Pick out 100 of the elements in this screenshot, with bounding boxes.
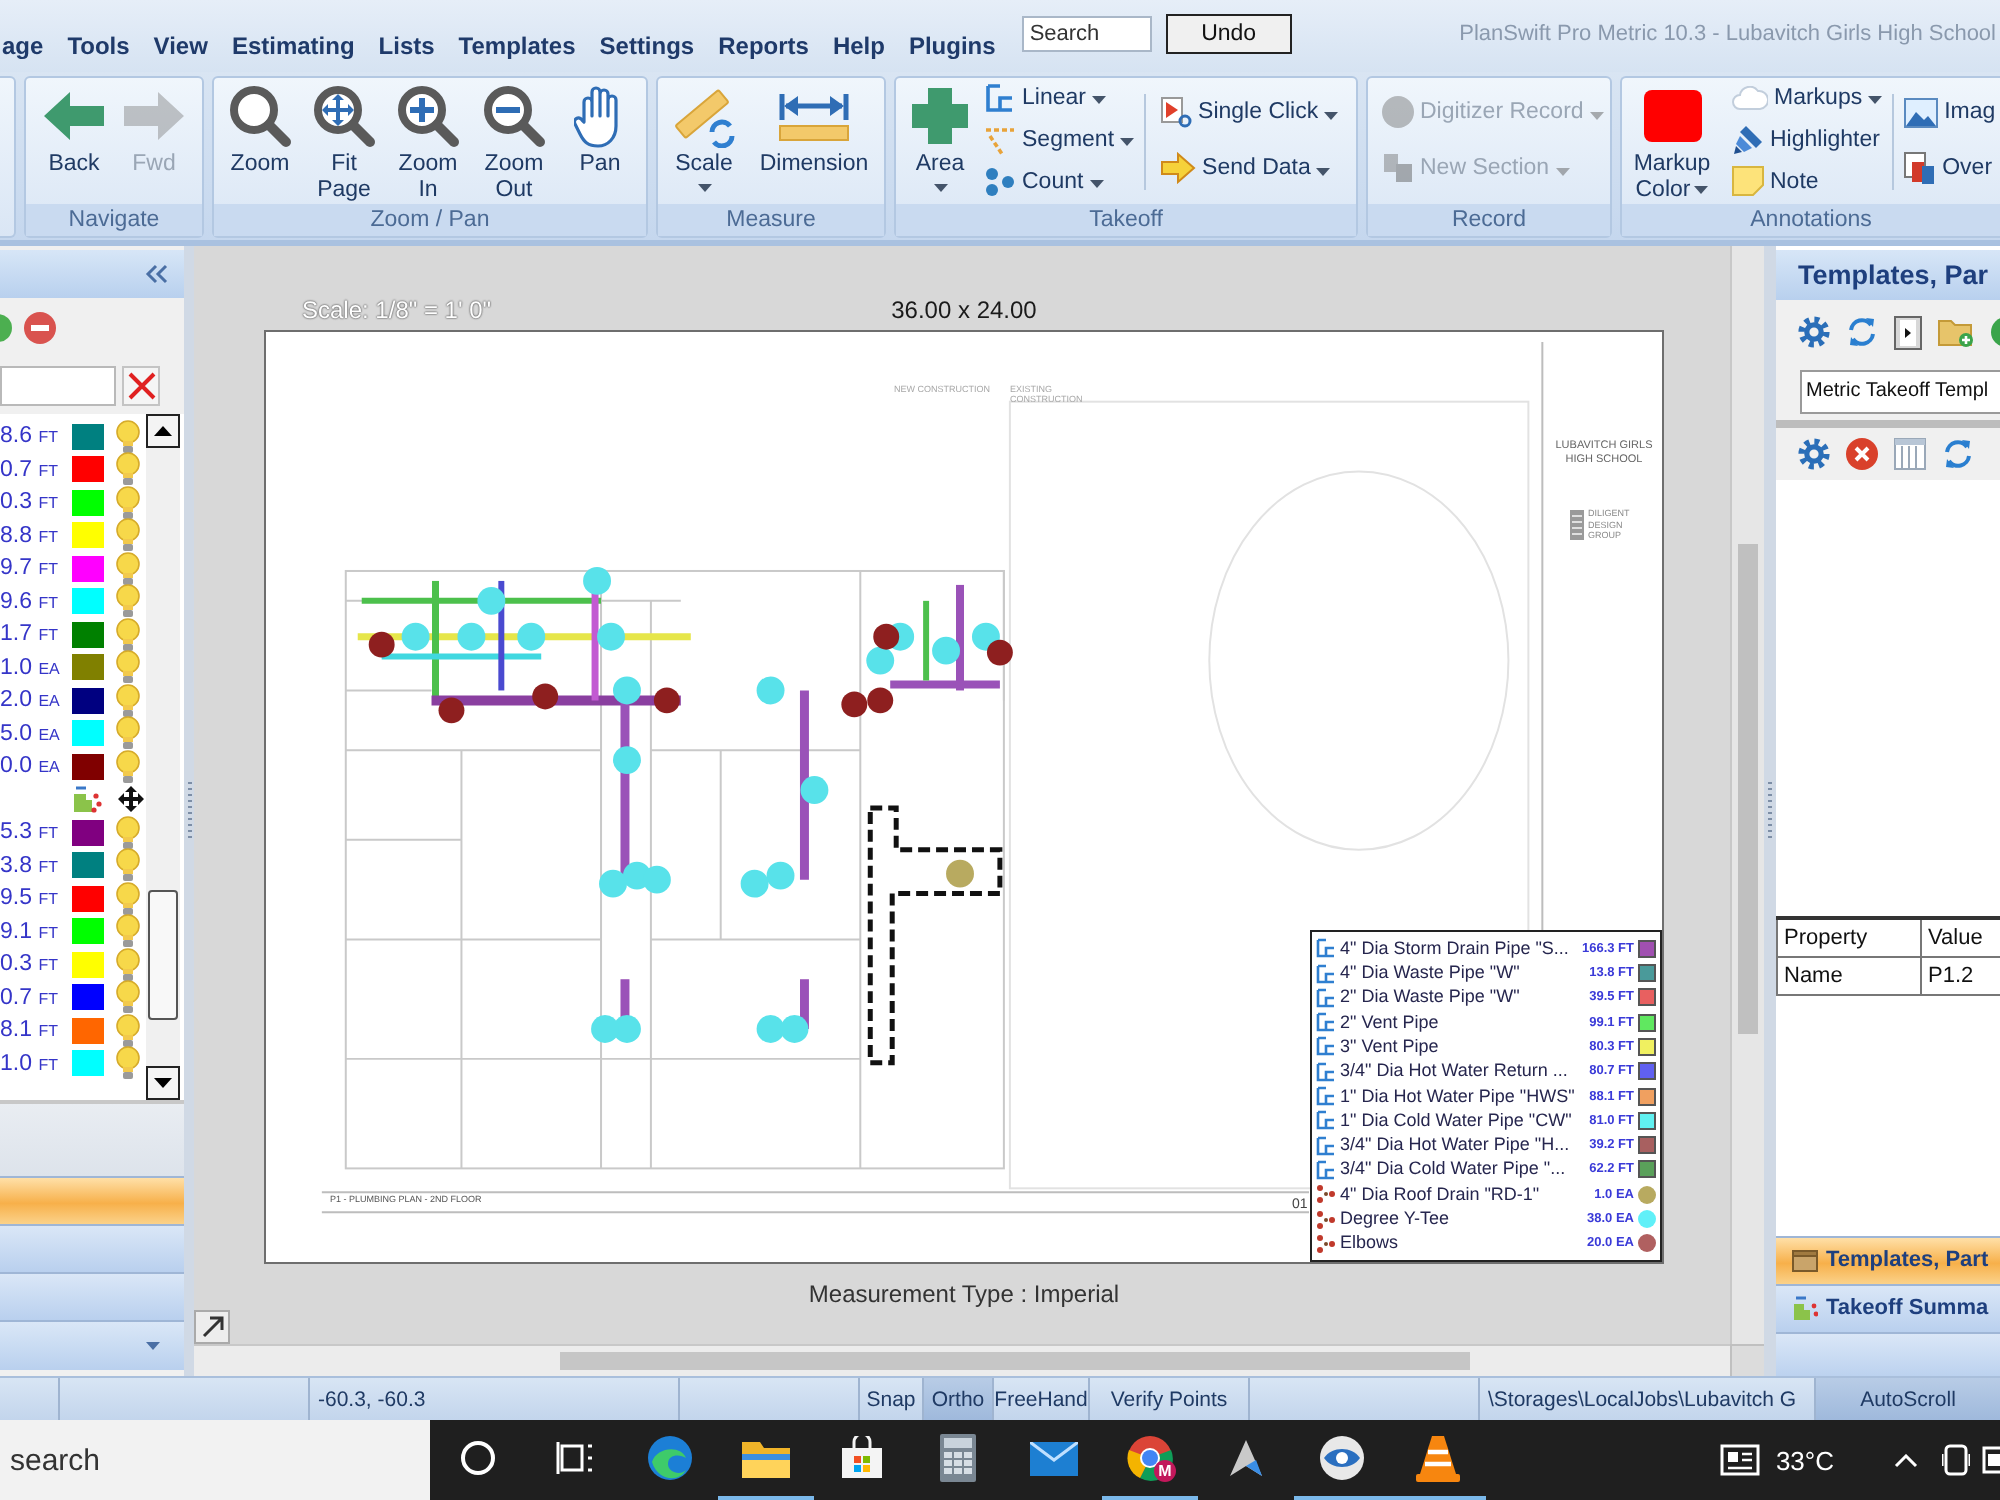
- caret-icon[interactable]: [146, 1342, 160, 1350]
- scrollbar-thumb[interactable]: [560, 1352, 1470, 1370]
- menu-item[interactable]: Reports: [718, 30, 809, 72]
- send-data-button[interactable]: Send Data: [1156, 140, 1343, 196]
- light-bulb-icon[interactable]: [116, 914, 140, 949]
- markups-button[interactable]: Markups: [1728, 76, 1887, 118]
- menu-item[interactable]: View: [153, 30, 208, 72]
- color-swatch[interactable]: [72, 555, 104, 582]
- dimension-button[interactable]: Dimension: [748, 82, 880, 178]
- refresh-icon[interactable]: [1942, 438, 1974, 470]
- zoom-in-button[interactable]: Zoom In: [386, 82, 470, 204]
- scroll-up-button[interactable]: [146, 414, 180, 448]
- device-icon[interactable]: [1942, 1444, 1970, 1476]
- search-field[interactable]: Search: [1021, 16, 1152, 52]
- status-toggle[interactable]: Ortho: [924, 1378, 994, 1420]
- color-swatch[interactable]: [72, 1050, 104, 1077]
- menu-item[interactable]: Plugins: [908, 30, 996, 72]
- film-frame-icon[interactable]: [1894, 315, 1922, 349]
- menu-item[interactable]: Templates: [458, 30, 576, 72]
- columns-icon[interactable]: [1894, 438, 1926, 470]
- search-field[interactable]: search: [0, 1420, 430, 1500]
- markup-color-button[interactable]: Markup Color: [1628, 82, 1716, 204]
- menu-item[interactable]: Help: [832, 30, 885, 72]
- filter-field[interactable]: [0, 366, 116, 406]
- panel-tab[interactable]: [0, 1224, 184, 1272]
- light-bulb-icon[interactable]: [116, 584, 140, 619]
- linear-button[interactable]: Linear: [980, 76, 1139, 118]
- light-bulb-icon[interactable]: [116, 1013, 140, 1048]
- light-bulb-icon[interactable]: [116, 716, 140, 751]
- menu-item[interactable]: Lists: [378, 30, 435, 72]
- panel-tab[interactable]: Templates, Part: [1776, 1235, 2000, 1283]
- color-swatch[interactable]: [72, 720, 104, 747]
- zoom-button[interactable]: Zoom: [218, 82, 302, 178]
- color-swatch[interactable]: [72, 522, 104, 549]
- undo-button[interactable]: Undo: [1165, 14, 1292, 54]
- clear-filter-button[interactable]: [122, 366, 160, 406]
- single-click-button[interactable]: Single Click: [1156, 84, 1343, 140]
- highlighter-button[interactable]: Highlighter: [1728, 118, 1887, 160]
- light-bulb-icon[interactable]: [116, 485, 140, 520]
- corner-button[interactable]: [194, 1310, 230, 1344]
- color-swatch[interactable]: [72, 984, 104, 1011]
- taskbar-app-button[interactable]: M: [1102, 1420, 1198, 1500]
- panel-tab[interactable]: Takeoff Summa: [1776, 1283, 2000, 1331]
- color-swatch[interactable]: [72, 951, 104, 978]
- shape-with-dots-icon[interactable]: [72, 785, 102, 814]
- panel-tab[interactable]: [0, 1272, 184, 1320]
- settings-icon[interactable]: [1798, 316, 1830, 348]
- color-swatch[interactable]: [72, 753, 104, 780]
- fit-page-button[interactable]: Fit Page: [302, 82, 386, 204]
- back-button[interactable]: Back: [34, 82, 114, 178]
- color-swatch[interactable]: [72, 885, 104, 912]
- minus-circle-icon[interactable]: [24, 312, 56, 344]
- close-icon[interactable]: [1846, 438, 1878, 470]
- menu-item[interactable]: Estimating: [231, 30, 355, 72]
- color-swatch[interactable]: [72, 588, 104, 615]
- menu-item[interactable]: Tools: [67, 30, 130, 72]
- color-swatch[interactable]: [72, 423, 104, 450]
- color-swatch[interactable]: [72, 456, 104, 483]
- count-button[interactable]: Count: [980, 160, 1139, 202]
- scrollbar-thumb[interactable]: [1738, 544, 1758, 1034]
- light-bulb-icon[interactable]: [116, 551, 140, 586]
- light-bulb-icon[interactable]: [116, 947, 140, 982]
- light-bulb-icon[interactable]: [116, 518, 140, 553]
- refresh-icon[interactable]: [1846, 316, 1878, 348]
- light-bulb-icon[interactable]: [116, 650, 140, 685]
- color-swatch[interactable]: [72, 852, 104, 879]
- menu-item[interactable]: Settings: [599, 30, 695, 72]
- folder-plus-icon[interactable]: [1938, 316, 1974, 348]
- image-button[interactable]: Imag: [1900, 84, 2000, 140]
- menu-item[interactable]: age: [2, 30, 44, 72]
- settings-icon[interactable]: [1798, 438, 1830, 470]
- collapse-icon[interactable]: [144, 264, 168, 284]
- light-bulb-icon[interactable]: [116, 881, 140, 916]
- area-button[interactable]: Area: [900, 82, 980, 192]
- overlay-button[interactable]: Over: [1900, 140, 2000, 196]
- scrollbar-thumb[interactable]: [148, 890, 178, 1020]
- light-bulb-icon[interactable]: [116, 980, 140, 1015]
- light-bulb-icon[interactable]: [116, 848, 140, 883]
- temperature-text[interactable]: 33°C: [1775, 1445, 1834, 1475]
- scroll-down-button[interactable]: [146, 1066, 180, 1100]
- color-swatch[interactable]: [72, 918, 104, 945]
- chevron-up-icon[interactable]: [1894, 1453, 1918, 1467]
- template-field[interactable]: Metric Takeoff Templ: [1800, 370, 2000, 414]
- light-bulb-icon[interactable]: [116, 617, 140, 652]
- color-swatch[interactable]: [72, 654, 104, 681]
- note-button[interactable]: Note: [1728, 160, 1887, 202]
- scale-button[interactable]: Scale: [660, 82, 748, 192]
- move-icon[interactable]: [118, 786, 144, 813]
- panel-tab[interactable]: [0, 1176, 184, 1224]
- autoscroll-toggle[interactable]: AutoScroll: [1816, 1378, 2000, 1420]
- pan-button[interactable]: Pan: [558, 82, 642, 178]
- color-swatch[interactable]: [72, 621, 104, 648]
- color-swatch[interactable]: [72, 489, 104, 516]
- news-card-icon[interactable]: [1719, 1444, 1760, 1476]
- color-swatch[interactable]: [72, 819, 104, 846]
- color-swatch[interactable]: [72, 1017, 104, 1044]
- color-swatch[interactable]: [72, 687, 104, 714]
- screen-icon[interactable]: [1982, 1446, 2000, 1474]
- zoom-out-button[interactable]: Zoom Out: [470, 82, 558, 204]
- segment-button[interactable]: Segment: [980, 118, 1139, 160]
